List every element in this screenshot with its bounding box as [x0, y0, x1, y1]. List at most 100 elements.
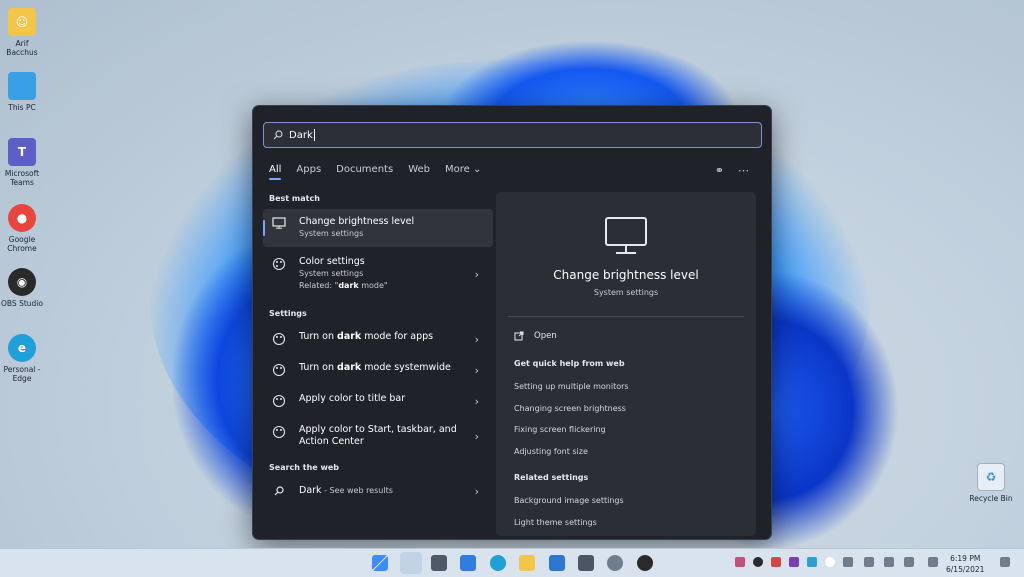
widgets-icon[interactable] [460, 555, 476, 571]
help-link[interactable]: Setting up multiple monitors [514, 382, 629, 391]
label-part: - See web results [321, 486, 393, 495]
tab-more[interactable]: More ⌄ [445, 164, 481, 175]
label-part: mode systemwide [361, 362, 451, 373]
palette-icon [271, 363, 287, 377]
task-view-icon[interactable] [431, 555, 447, 571]
web-search-result[interactable]: Dark - See web results › [263, 478, 493, 504]
preview-subtitle: System settings [593, 288, 659, 297]
result-change-brightness[interactable]: Change brightness level System settings [263, 209, 493, 247]
label-part: Turn on [299, 331, 338, 342]
desktop-icon-recycle-bin[interactable]: ♻ Recycle Bin [968, 463, 1014, 503]
search-taskbar-icon[interactable] [400, 552, 422, 574]
section-header-web: Search the web [269, 463, 340, 472]
onedrive-icon[interactable] [825, 557, 835, 567]
palette-icon [271, 425, 287, 439]
desktop-icon-label: This PC [8, 103, 36, 112]
tab-actions: ⚭ ⋯ [715, 164, 749, 177]
microphone-icon[interactable] [843, 557, 853, 567]
desktop-icon-label: Microsoft Teams [4, 169, 40, 187]
wifi-icon[interactable] [884, 557, 894, 567]
edge-icon[interactable] [490, 555, 506, 571]
setting-dark-mode-systemwide[interactable]: Turn on dark mode systemwide › [263, 355, 493, 384]
help-link[interactable]: Changing screen brightness [514, 404, 626, 413]
account-switch-icon[interactable]: ⚭ [715, 164, 724, 177]
tray-obs-icon[interactable] [753, 557, 763, 567]
desktop-icon-label: OBS Studio [1, 299, 43, 308]
desktop-icon-label: Personal - Edge [3, 365, 41, 383]
tab-apps[interactable]: Apps [296, 164, 321, 175]
desktop-icon-edge[interactable]: e Personal - Edge [0, 334, 44, 383]
related-bold: dark [338, 281, 359, 290]
label-bold: dark [337, 362, 362, 373]
result-color-settings[interactable]: Color settings System settings Related: … [263, 249, 493, 299]
tray-app-icon[interactable] [807, 557, 817, 567]
recycle-bin-icon: ♻ [977, 463, 1005, 491]
search-icon [273, 130, 283, 140]
taskbar-clock[interactable]: 6:19 PM 6/15/2021 [946, 553, 984, 575]
label-part: mode for apps [361, 331, 434, 342]
tab-all[interactable]: All [269, 164, 282, 180]
battery-icon[interactable] [864, 557, 874, 567]
setting-label: Turn on dark mode for apps [299, 331, 433, 343]
setting-label: Apply color to title bar [299, 393, 405, 405]
tray-app-icon[interactable] [771, 557, 781, 567]
tray-app-icon[interactable] [735, 557, 745, 567]
related-link[interactable]: Background image settings [514, 496, 624, 505]
pen-app-icon[interactable] [578, 555, 594, 571]
help-header: Get quick help from web [514, 359, 625, 368]
edge-icon: e [8, 334, 36, 362]
teams-icon: T [8, 138, 36, 166]
chevron-right-icon: › [474, 332, 479, 346]
related-link[interactable]: Light theme settings [514, 518, 597, 527]
desktop-icon-user-folder[interactable]: ☺ Arif Bacchus [0, 8, 44, 57]
folder-icon: ☺ [8, 8, 36, 36]
pen-icon[interactable] [928, 557, 938, 567]
start-icon[interactable] [372, 555, 388, 571]
onenote-icon[interactable] [789, 557, 799, 567]
tab-more-label: More [445, 164, 470, 175]
open-button[interactable]: Open [514, 331, 557, 341]
mail-icon[interactable] [549, 555, 565, 571]
desktop-icon-label: Arif Bacchus [6, 39, 38, 57]
tab-documents[interactable]: Documents [336, 164, 393, 175]
desktop-icon-chrome[interactable]: ● Google Chrome [0, 204, 44, 253]
more-options-icon[interactable]: ⋯ [738, 164, 749, 177]
result-title: Color settings [299, 256, 365, 267]
chevron-down-icon: ⌄ [472, 164, 482, 175]
monitor-icon [271, 217, 287, 229]
related-prefix: Related: " [299, 281, 339, 290]
setting-color-title-bar[interactable]: Apply color to title bar › [263, 386, 493, 415]
palette-icon [271, 394, 287, 408]
search-input[interactable]: Dark [263, 122, 762, 148]
result-subtitle: System settings [299, 269, 364, 278]
text-caret [313, 129, 315, 141]
volume-icon[interactable] [904, 557, 914, 567]
setting-label: Turn on dark mode systemwide [299, 362, 451, 374]
desktop-icon-obs[interactable]: ◉ OBS Studio [0, 268, 44, 308]
setting-label: Apply color to Start, taskbar, and Actio… [299, 424, 459, 448]
preview-title: Change brightness level [553, 268, 699, 282]
setting-dark-mode-apps[interactable]: Turn on dark mode for apps › [263, 324, 493, 353]
help-link[interactable]: Adjusting font size [514, 447, 588, 456]
obs-icon[interactable] [637, 555, 653, 571]
setting-color-start-taskbar[interactable]: Apply color to Start, taskbar, and Actio… [263, 417, 493, 455]
chevron-right-icon: › [474, 394, 479, 408]
desktop-icon-label: Recycle Bin [969, 494, 1013, 503]
desktop-icon-label: Google Chrome [7, 235, 37, 253]
notification-icon[interactable] [1000, 557, 1010, 567]
monitor-icon [8, 72, 36, 100]
divider [508, 316, 744, 317]
desktop-icon-teams[interactable]: T Microsoft Teams [0, 138, 44, 187]
section-header-best-match: Best match [269, 194, 320, 203]
file-explorer-icon[interactable] [519, 555, 535, 571]
open-external-icon [514, 331, 524, 341]
preview-pane: Change brightness level System settings … [496, 192, 756, 536]
desktop-icon-this-pc[interactable]: This PC [0, 72, 44, 112]
help-link[interactable]: Fixing screen flickering [514, 425, 606, 434]
tab-web[interactable]: Web [408, 164, 430, 175]
results-list: Best match Change brightness level Syste… [263, 194, 493, 506]
settings-gear-icon[interactable] [607, 555, 623, 571]
monitor-icon [605, 217, 647, 254]
search-input-value: Dark [289, 129, 313, 141]
result-subtitle: System settings [299, 229, 364, 238]
